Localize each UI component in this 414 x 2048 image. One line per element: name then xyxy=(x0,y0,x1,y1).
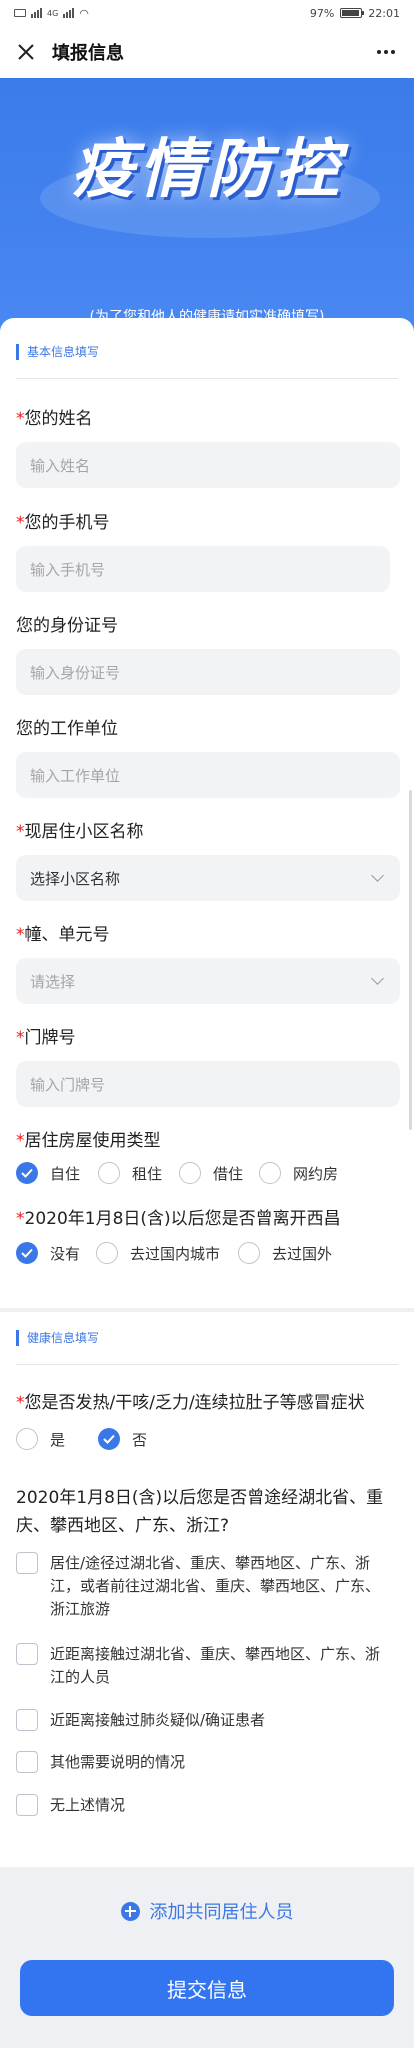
status-right: 97% 22:01 xyxy=(310,7,400,20)
symptoms-option-no[interactable]: 否 xyxy=(98,1428,147,1450)
option-label: 租住 xyxy=(132,1164,163,1183)
radio-checked-icon xyxy=(16,1162,38,1184)
page-title: 填报信息 xyxy=(52,43,124,64)
battery-icon xyxy=(340,8,365,18)
xichang-option-abroad[interactable]: 去过国外 xyxy=(238,1242,332,1264)
option-label: 去过国外 xyxy=(272,1244,333,1263)
radio-icon xyxy=(259,1162,281,1184)
name-label: *您的姓名 xyxy=(16,409,93,429)
radio-icon xyxy=(16,1428,38,1450)
option-label: 借住 xyxy=(213,1164,244,1183)
more-icon[interactable] xyxy=(372,38,400,66)
checkbox-icon xyxy=(16,1643,38,1665)
community-select[interactable]: 选择小区名称 xyxy=(16,855,400,901)
option-label: 否 xyxy=(132,1430,148,1449)
option-label: 居住/途径过湖北省、重庆、攀西地区、广东、浙江，或者前往过湖北省、重庆、攀西地区… xyxy=(50,1554,381,1618)
checkbox-icon xyxy=(16,1709,38,1731)
section-heading-basic: 基本信息填写 xyxy=(16,344,99,360)
housing-label: *居住房屋使用类型 xyxy=(16,1131,161,1151)
radio-checked-icon xyxy=(98,1428,120,1450)
unit-select-value: 请选择 xyxy=(30,972,76,991)
symptoms-label: *您是否发热/干咳/乏力/连续拉肚子等感冒症状 xyxy=(16,1393,365,1413)
add-cohabitant-label: 添加共同居住人员 xyxy=(149,1902,294,1923)
divider xyxy=(16,378,398,379)
id-input[interactable]: 输入身份证号 xyxy=(16,649,400,695)
basic-info-card: 基本信息填写 *您的姓名 输入姓名 *您的手机号 输入手机号 您的身份证号 输入… xyxy=(0,318,414,1308)
symptoms-option-yes[interactable]: 是 xyxy=(16,1428,65,1450)
travel-option-3[interactable]: 近距离接触过肺炎疑似/确证患者 xyxy=(16,1709,396,1732)
divider xyxy=(16,1364,398,1365)
housing-option-self[interactable]: 自住 xyxy=(16,1162,80,1184)
work-label: 您的工作单位 xyxy=(16,719,118,739)
radio-icon xyxy=(238,1242,260,1264)
nav-bar: 填报信息 xyxy=(0,26,414,78)
checkbox-icon xyxy=(16,1794,38,1816)
banner-title: 疫情防控 xyxy=(71,132,343,207)
option-label: 自住 xyxy=(50,1164,81,1183)
community-select-value: 选择小区名称 xyxy=(30,869,121,888)
chevron-down-icon xyxy=(371,869,384,882)
signal-icon xyxy=(31,8,42,18)
scrollbar[interactable] xyxy=(409,790,412,1130)
option-label: 网约房 xyxy=(293,1164,339,1183)
add-cohabitant-button[interactable]: 添加共同居住人员 xyxy=(0,1898,414,1924)
id-label: 您的身份证号 xyxy=(16,616,118,636)
network-label: 4G xyxy=(47,8,59,18)
name-input[interactable]: 输入姓名 xyxy=(16,442,400,488)
travel-option-4[interactable]: 其他需要说明的情况 xyxy=(16,1751,396,1774)
option-label: 其他需要说明的情况 xyxy=(50,1753,186,1771)
xichang-option-domestic[interactable]: 去过国内城市 xyxy=(96,1242,220,1264)
submit-button[interactable]: 提交信息 xyxy=(20,1960,394,2016)
clock: 22:01 xyxy=(368,6,400,20)
option-label: 无上述情况 xyxy=(50,1796,126,1814)
option-label: 近距离接触过肺炎疑似/确证患者 xyxy=(50,1711,266,1729)
checkbox-icon xyxy=(16,1552,38,1574)
section-heading-health: 健康信息填写 xyxy=(16,1330,99,1346)
community-label: *现居住小区名称 xyxy=(16,822,144,842)
close-icon[interactable] xyxy=(12,38,40,66)
radio-icon xyxy=(96,1242,118,1264)
xichang-option-no[interactable]: 没有 xyxy=(16,1242,80,1264)
left-xichang-label: *2020年1月8日(含)以后您是否曾离开西昌 xyxy=(16,1209,341,1229)
option-label: 去过国内城市 xyxy=(130,1244,221,1263)
housing-option-rent[interactable]: 租住 xyxy=(98,1162,162,1184)
option-label: 没有 xyxy=(50,1244,81,1263)
travel-option-2[interactable]: 近距离接触过湖北省、重庆、攀西地区、广东、浙江的人员 xyxy=(16,1643,396,1689)
phone-input[interactable]: 输入手机号 xyxy=(16,546,390,592)
option-label: 是 xyxy=(50,1430,66,1449)
travel-question: 2020年1月8日(含)以后您是否曾途经湖北省、重庆、攀西地区、广东、浙江? xyxy=(16,1488,384,1536)
travel-option-5[interactable]: 无上述情况 xyxy=(16,1794,396,1817)
status-bar: 4G ◠ 97% 22:01 xyxy=(0,0,414,26)
wifi-icon: ◠ xyxy=(79,6,89,20)
door-input[interactable]: 输入门牌号 xyxy=(16,1061,400,1107)
sim-icon xyxy=(14,9,26,17)
housing-option-online[interactable]: 网约房 xyxy=(259,1162,338,1184)
radio-icon xyxy=(98,1162,120,1184)
health-info-card: 健康信息填写 *您是否发热/干咳/乏力/连续拉肚子等感冒症状 是 否 2020年… xyxy=(0,1312,414,1867)
radio-checked-icon xyxy=(16,1242,38,1264)
checkbox-icon xyxy=(16,1751,38,1773)
unit-select[interactable]: 请选择 xyxy=(16,958,400,1004)
work-input[interactable]: 输入工作单位 xyxy=(16,752,400,798)
banner: 疫情防控 (为了您和他人的健康请如实准确填写) xyxy=(0,78,414,338)
door-label: *门牌号 xyxy=(16,1028,76,1048)
unit-label: *幢、单元号 xyxy=(16,925,110,945)
chevron-down-icon xyxy=(371,972,384,985)
signal-icon-2 xyxy=(63,8,75,18)
radio-icon xyxy=(179,1162,201,1184)
status-left: 4G ◠ xyxy=(14,7,89,20)
add-icon xyxy=(120,1901,140,1921)
travel-option-1[interactable]: 居住/途径过湖北省、重庆、攀西地区、广东、浙江，或者前往过湖北省、重庆、攀西地区… xyxy=(16,1552,396,1621)
option-label: 近距离接触过湖北省、重庆、攀西地区、广东、浙江的人员 xyxy=(50,1645,381,1686)
battery-percent: 97% xyxy=(309,6,335,20)
housing-option-borrow[interactable]: 借住 xyxy=(179,1162,243,1184)
phone-label: *您的手机号 xyxy=(16,513,110,533)
